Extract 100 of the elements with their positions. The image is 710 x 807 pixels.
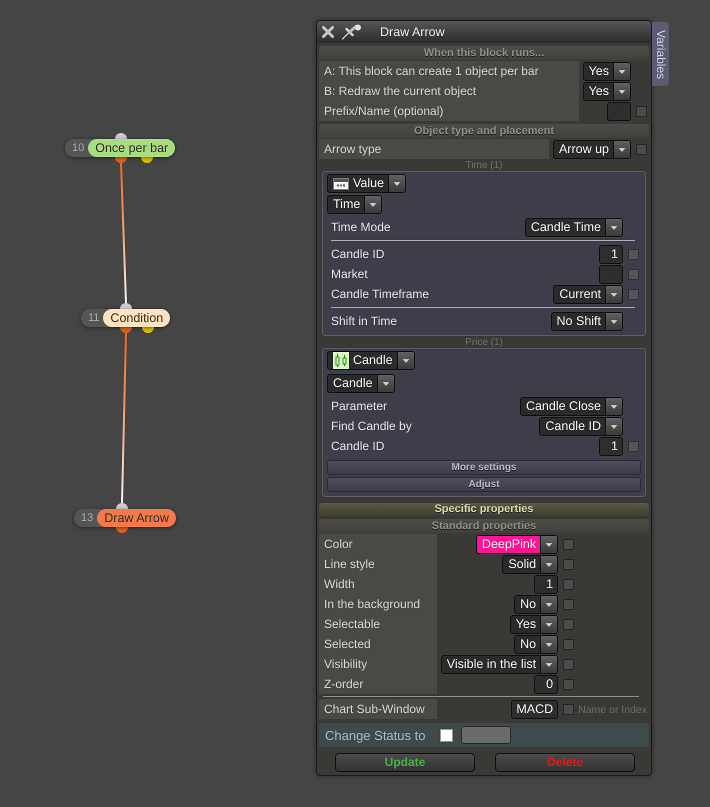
field-label: Shift in Time bbox=[330, 313, 398, 330]
input-port-icon[interactable] bbox=[115, 133, 127, 139]
input-field[interactable]: MACD bbox=[511, 700, 558, 719]
section-bar[interactable]: Specific properties bbox=[319, 503, 649, 516]
caret-icon[interactable] bbox=[388, 175, 406, 192]
checkbox[interactable] bbox=[562, 704, 574, 715]
field-label: Candle ID bbox=[330, 438, 386, 456]
field-label: Candle ID bbox=[330, 246, 386, 263]
caret-icon[interactable] bbox=[540, 536, 558, 553]
field-label: Width bbox=[319, 574, 437, 594]
checkbox[interactable] bbox=[562, 558, 574, 570]
pushpin-icon[interactable] bbox=[341, 24, 363, 40]
dropdown[interactable]: Arrow up bbox=[552, 140, 631, 158]
dropdown[interactable]: Candle bbox=[327, 374, 395, 394]
caret-icon[interactable] bbox=[613, 140, 630, 158]
status-label: Change Status to bbox=[325, 728, 426, 744]
caret-icon[interactable] bbox=[376, 375, 394, 392]
panel-button[interactable]: More settings bbox=[327, 460, 641, 476]
field-label: A: This block can create 1 object per bar bbox=[319, 61, 579, 81]
checkbox[interactable] bbox=[628, 268, 638, 280]
caret-icon[interactable] bbox=[540, 636, 558, 653]
checkbox[interactable] bbox=[562, 538, 574, 550]
dropdown[interactable]: Solid bbox=[502, 554, 558, 574]
checkbox[interactable] bbox=[562, 598, 574, 610]
field-label: Arrow type bbox=[319, 139, 549, 159]
caret-icon[interactable] bbox=[364, 196, 382, 213]
dropdown[interactable]: Current bbox=[553, 284, 623, 304]
dropdown[interactable]: Value bbox=[327, 174, 406, 193]
dropdown[interactable]: No bbox=[514, 634, 558, 654]
side-tab[interactable]: Variables bbox=[652, 22, 669, 86]
output-port-icon[interactable] bbox=[116, 527, 128, 533]
caret-icon[interactable] bbox=[605, 312, 622, 330]
checkbox[interactable] bbox=[562, 618, 574, 630]
checkbox[interactable] bbox=[628, 248, 638, 260]
caret-icon[interactable] bbox=[605, 398, 622, 415]
field-label: Market bbox=[330, 266, 369, 283]
input-field[interactable]: 1 bbox=[599, 436, 623, 456]
output-port-icon[interactable] bbox=[120, 327, 132, 333]
field-label: Selectable bbox=[319, 614, 437, 634]
checkbox[interactable] bbox=[440, 728, 454, 742]
checkbox[interactable] bbox=[636, 144, 646, 154]
field-label: Z-order bbox=[319, 674, 437, 694]
output-port-icon[interactable] bbox=[142, 327, 154, 333]
input-port-icon[interactable] bbox=[116, 503, 128, 509]
field-label: Prefix/Name (optional) bbox=[319, 101, 579, 121]
checkbox[interactable] bbox=[562, 658, 574, 670]
field-label: Color bbox=[319, 534, 437, 554]
input-field[interactable]: 1 bbox=[599, 244, 623, 264]
input-port-icon[interactable] bbox=[120, 303, 132, 309]
caret-icon[interactable] bbox=[540, 616, 558, 633]
caret-icon[interactable] bbox=[605, 418, 622, 435]
dropdown[interactable]: Candle bbox=[327, 351, 415, 370]
field-label: Time Mode bbox=[330, 219, 392, 236]
checkbox[interactable] bbox=[628, 440, 638, 452]
dropdown[interactable]: Candle ID bbox=[539, 416, 623, 436]
caret-icon[interactable] bbox=[540, 656, 558, 673]
caret-icon[interactable] bbox=[613, 82, 630, 100]
checkbox[interactable] bbox=[628, 288, 638, 300]
dropdown[interactable]: Yes bbox=[582, 62, 631, 80]
value-icon bbox=[333, 178, 349, 190]
checkbox[interactable] bbox=[562, 678, 574, 690]
output-port-icon[interactable] bbox=[115, 157, 127, 163]
section-heading: When this block runs... bbox=[319, 46, 649, 60]
checkbox[interactable] bbox=[636, 106, 646, 116]
caret-icon[interactable] bbox=[605, 218, 622, 236]
input-field[interactable]: 1 bbox=[534, 574, 558, 594]
dropdown[interactable]: Visible in the list bbox=[440, 654, 558, 674]
node-label[interactable]: Condition bbox=[103, 309, 170, 327]
update-button[interactable]: Update bbox=[335, 753, 475, 772]
checkbox[interactable] bbox=[562, 578, 574, 590]
output-port-icon[interactable] bbox=[141, 157, 153, 163]
dropdown[interactable]: No bbox=[514, 594, 558, 614]
field-label: B: Redraw the current object bbox=[319, 81, 579, 101]
input-field[interactable] bbox=[607, 102, 631, 120]
dropdown[interactable]: Candle Close bbox=[520, 396, 623, 416]
dropdown[interactable]: Yes bbox=[582, 82, 631, 100]
node-label[interactable]: Draw Arrow bbox=[97, 509, 176, 527]
dropdown[interactable]: Time bbox=[327, 195, 382, 214]
caret-icon[interactable] bbox=[540, 596, 558, 613]
input-field[interactable]: 0 bbox=[534, 674, 558, 694]
dropdown[interactable]: No Shift bbox=[550, 312, 623, 330]
input-field[interactable] bbox=[599, 264, 623, 284]
field-label: Line style bbox=[319, 554, 437, 574]
close-icon[interactable] bbox=[321, 25, 335, 39]
caret-icon[interactable] bbox=[396, 352, 414, 369]
status-field[interactable] bbox=[461, 726, 512, 744]
caret-icon[interactable] bbox=[540, 556, 558, 573]
field-label: Selected bbox=[319, 634, 437, 654]
dropdown[interactable]: Candle Time bbox=[524, 218, 623, 236]
section-heading: Standard properties bbox=[319, 519, 649, 534]
panel-button[interactable]: Adjust bbox=[327, 477, 641, 492]
field-label: Chart Sub-Window bbox=[319, 699, 437, 720]
field-label: Find Candle by bbox=[330, 418, 413, 436]
checkbox[interactable] bbox=[562, 638, 574, 650]
node-label[interactable]: Once per bar bbox=[88, 139, 176, 157]
caret-icon[interactable] bbox=[605, 286, 622, 302]
caret-icon[interactable] bbox=[613, 62, 630, 80]
window-title: Draw Arrow bbox=[380, 24, 445, 40]
group-caption: Time (1) bbox=[464, 160, 504, 171]
dropdown[interactable]: Yes bbox=[510, 614, 558, 634]
